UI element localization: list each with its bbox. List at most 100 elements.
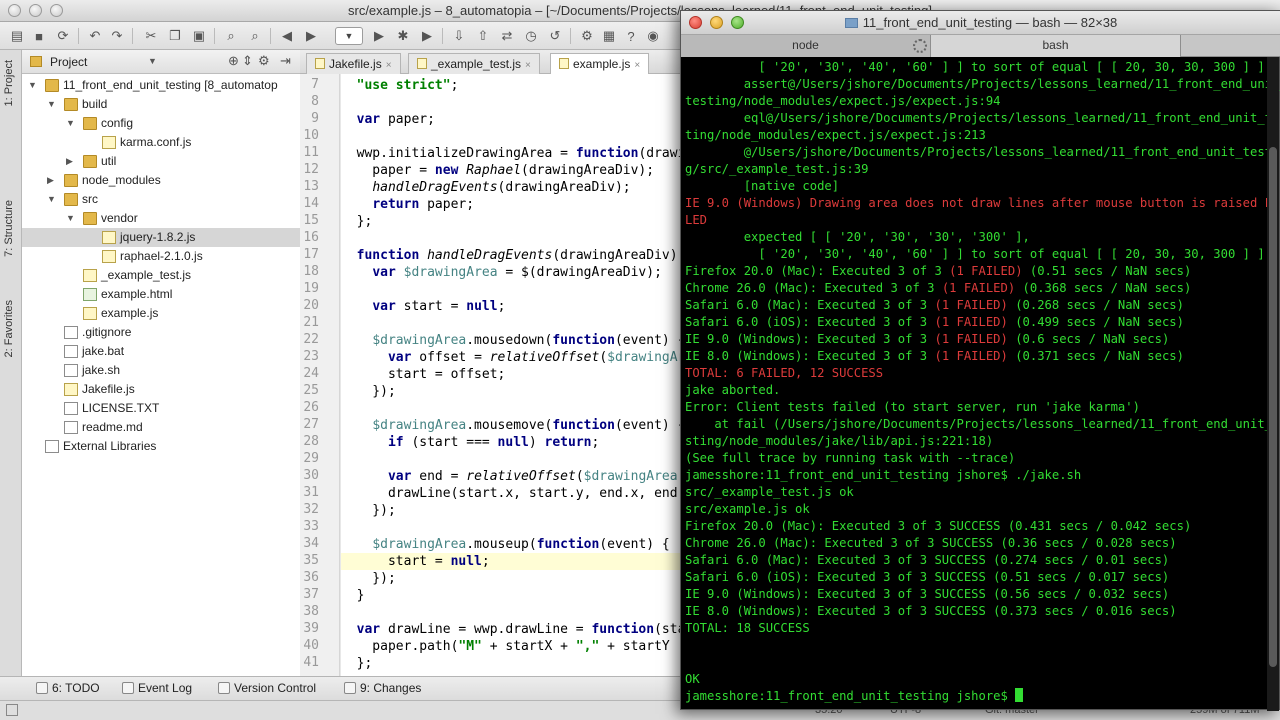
tree-item[interactable]: karma.conf.js bbox=[22, 133, 300, 152]
editor-tab[interactable]: _example_test.js × bbox=[408, 53, 540, 74]
code-line[interactable] bbox=[341, 128, 680, 145]
vcs-update-icon[interactable]: ⇩ bbox=[450, 27, 468, 45]
vcs-compare-icon[interactable]: ⇄ bbox=[498, 27, 516, 45]
status-square-icon[interactable] bbox=[6, 704, 18, 716]
locate-icon[interactable]: ⊕ bbox=[228, 53, 239, 69]
code-line[interactable]: }); bbox=[341, 383, 680, 400]
gear-icon[interactable]: ⚙ bbox=[258, 53, 270, 69]
code-line[interactable]: $drawingArea.mousemove(function(event) { bbox=[341, 417, 680, 434]
code-line[interactable] bbox=[341, 94, 680, 111]
code-line[interactable]: return paper; bbox=[341, 196, 680, 213]
close-icon[interactable] bbox=[689, 16, 702, 29]
code-line[interactable]: $drawingArea.mouseup(function(event) { bbox=[341, 536, 680, 553]
close-icon[interactable] bbox=[8, 4, 21, 17]
tab-node[interactable]: node bbox=[681, 35, 931, 57]
tab-todo[interactable]: 6: TODO bbox=[36, 681, 100, 695]
code-line[interactable]: function handleDragEvents(drawingAreaDiv… bbox=[341, 247, 680, 264]
tree-item[interactable]: ▶ util bbox=[22, 152, 300, 171]
tree-item[interactable]: External Libraries bbox=[22, 437, 300, 456]
vcs-history-icon[interactable]: ◷ bbox=[522, 27, 540, 45]
code-line[interactable]: }; bbox=[341, 655, 680, 672]
code-line[interactable] bbox=[341, 230, 680, 247]
ide-window-controls[interactable] bbox=[8, 4, 63, 17]
settings-icon[interactable]: ⚙ bbox=[578, 27, 596, 45]
code-line[interactable] bbox=[341, 281, 680, 298]
code-line[interactable]: var end = relativeOffset($drawingArea, bbox=[341, 468, 680, 485]
vcs-commit-icon[interactable]: ⇧ bbox=[474, 27, 492, 45]
code-line[interactable]: drawLine(start.x, start.y, end.x, end.y)… bbox=[341, 485, 680, 502]
tab-project[interactable]: 1: Project bbox=[3, 60, 15, 106]
cut-icon[interactable]: ✂ bbox=[142, 27, 160, 45]
editor-tab[interactable]: example.js × bbox=[550, 53, 650, 74]
tab-event-log[interactable]: Event Log bbox=[122, 681, 192, 695]
tab-version-control[interactable]: Version Control bbox=[218, 681, 316, 695]
code-line[interactable] bbox=[341, 451, 680, 468]
code-line[interactable] bbox=[341, 315, 680, 332]
tree-item[interactable]: jquery-1.8.2.js bbox=[22, 228, 300, 247]
code-line[interactable] bbox=[341, 604, 680, 621]
code-line[interactable]: start = null; bbox=[341, 553, 680, 570]
scroll-thumb[interactable] bbox=[1269, 147, 1277, 667]
code-line[interactable]: } bbox=[341, 587, 680, 604]
tree-item[interactable]: raphael-2.1.0.js bbox=[22, 247, 300, 266]
tab-changes[interactable]: 9: Changes bbox=[344, 681, 421, 695]
code-line[interactable]: $drawingArea.mousedown(function(event) { bbox=[341, 332, 680, 349]
minimize-icon[interactable] bbox=[710, 16, 723, 29]
close-tab-icon[interactable]: × bbox=[525, 60, 531, 71]
sync-icon[interactable]: ⟳ bbox=[54, 27, 72, 45]
tree-item[interactable]: ▶ node_modules bbox=[22, 171, 300, 190]
terminal-window[interactable]: 11_front_end_unit_testing — bash — 82×38… bbox=[680, 10, 1280, 711]
editor-tab[interactable]: Jakefile.js × bbox=[306, 53, 401, 74]
code-line[interactable]: var paper; bbox=[341, 111, 680, 128]
chevron-down-icon[interactable]: ▼ bbox=[28, 76, 37, 95]
project-view-selector[interactable]: Project bbox=[50, 55, 87, 69]
tree-item[interactable]: ▼ config bbox=[22, 114, 300, 133]
copy-icon[interactable]: ❐ bbox=[166, 27, 184, 45]
code-line[interactable]: var start = null; bbox=[341, 298, 680, 315]
structure-icon[interactable]: ▦ bbox=[600, 27, 618, 45]
tree-item[interactable]: ▼ 11_front_end_unit_testing [8_automatop bbox=[22, 76, 300, 95]
paste-icon[interactable]: ▣ bbox=[190, 27, 208, 45]
back-icon[interactable]: ◀ bbox=[278, 27, 296, 45]
code-line[interactable]: }); bbox=[341, 570, 680, 587]
terminal-output[interactable]: [ '20', '30', '40', '60' ] ] to sort of … bbox=[681, 57, 1280, 711]
code-line[interactable]: start = offset; bbox=[341, 366, 680, 383]
revert-icon[interactable]: ↺ bbox=[546, 27, 564, 45]
help-icon[interactable]: ? bbox=[622, 27, 640, 45]
tree-item[interactable]: _example_test.js bbox=[22, 266, 300, 285]
tree-item[interactable]: ▼ vendor bbox=[22, 209, 300, 228]
code-line[interactable]: handleDragEvents(drawingAreaDiv); bbox=[341, 179, 680, 196]
debug-icon[interactable]: ✱ bbox=[394, 27, 412, 45]
chevron-right-icon[interactable]: ▶ bbox=[47, 171, 54, 190]
code-line[interactable]: if (start === null) return; bbox=[341, 434, 680, 451]
code-line[interactable]: var offset = relativeOffset($drawingArea… bbox=[341, 349, 680, 366]
code-line[interactable]: "use strict"; bbox=[341, 77, 680, 94]
hide-panel-icon[interactable]: ⇥ bbox=[280, 53, 291, 69]
code-line[interactable]: }; bbox=[341, 213, 680, 230]
forward-icon[interactable]: ▶ bbox=[302, 27, 320, 45]
project-tree[interactable]: ▼ 11_front_end_unit_testing [8_automatop ▼… bbox=[22, 74, 300, 676]
chevron-down-icon[interactable]: ▼ bbox=[47, 95, 56, 114]
terminal-scrollbar[interactable] bbox=[1267, 57, 1279, 711]
tree-item[interactable]: ▼ build bbox=[22, 95, 300, 114]
maximize-icon[interactable] bbox=[731, 16, 744, 29]
code-line[interactable]: wwp.initializeDrawingArea = function(dra… bbox=[341, 145, 680, 162]
tree-item[interactable]: jake.bat bbox=[22, 342, 300, 361]
collapse-icon[interactable]: ⇕ bbox=[242, 53, 253, 69]
tree-item[interactable]: ▼ src bbox=[22, 190, 300, 209]
maximize-icon[interactable] bbox=[50, 4, 63, 17]
folder-open-icon[interactable]: ▤ bbox=[8, 27, 26, 45]
tree-item[interactable]: example.html bbox=[22, 285, 300, 304]
tab-favorites[interactable]: 2: Favorites bbox=[3, 300, 15, 357]
tree-item[interactable]: readme.md bbox=[22, 418, 300, 437]
tree-item[interactable]: example.js bbox=[22, 304, 300, 323]
code-editor[interactable]: "use strict"; var paper; wwp.initializeD… bbox=[341, 74, 680, 676]
tab-structure[interactable]: 7: Structure bbox=[3, 200, 15, 257]
code-line[interactable]: paper = new Raphael(drawingAreaDiv); bbox=[341, 162, 680, 179]
plugin-icon[interactable]: ◉ bbox=[644, 27, 662, 45]
code-line[interactable]: }); bbox=[341, 502, 680, 519]
code-line[interactable]: paper.path("M" + startX + "," + startY bbox=[341, 638, 680, 655]
code-line[interactable] bbox=[341, 519, 680, 536]
tree-item[interactable]: LICENSE.TXT bbox=[22, 399, 300, 418]
terminal-window-controls[interactable] bbox=[689, 16, 744, 29]
